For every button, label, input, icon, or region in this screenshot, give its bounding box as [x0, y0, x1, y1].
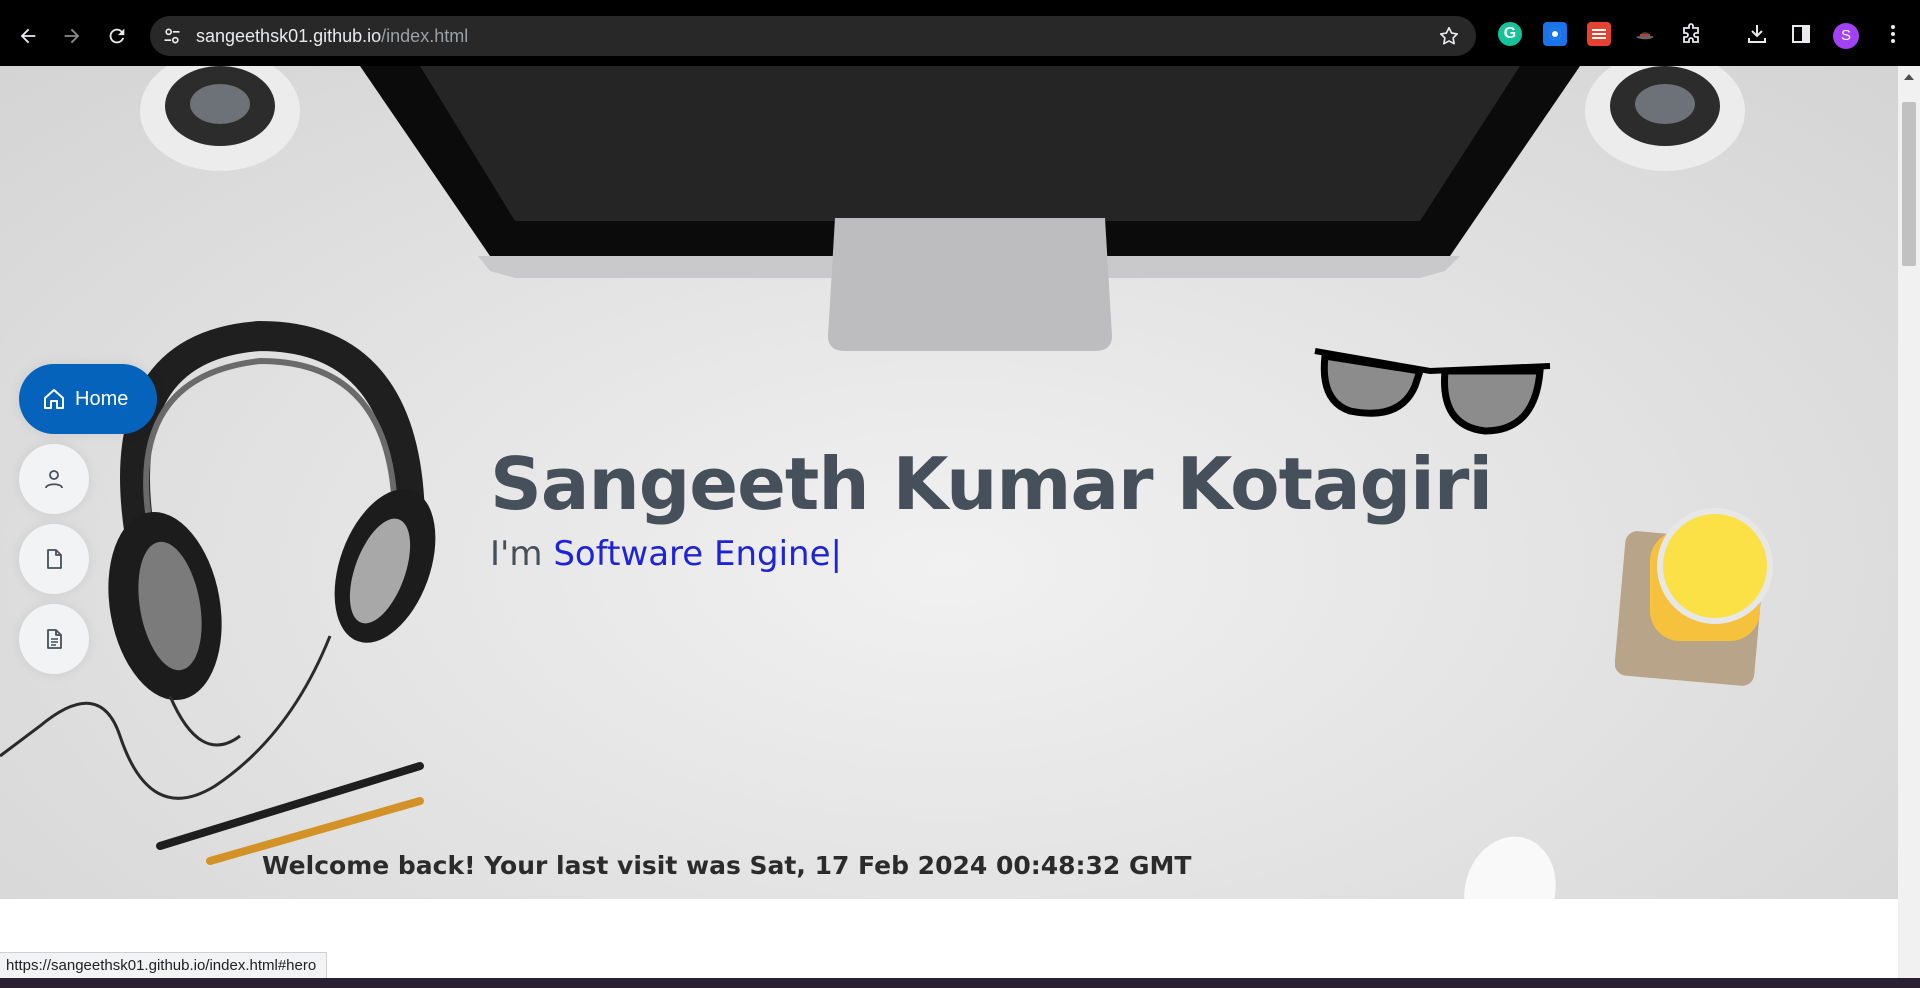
menu-kebab-icon[interactable] — [1879, 20, 1907, 48]
extensions-puzzle-icon[interactable] — [1677, 20, 1705, 48]
file-text-icon — [47, 629, 62, 649]
downloads-icon[interactable] — [1743, 20, 1771, 48]
scroll-up-arrow-icon[interactable] — [1904, 74, 1914, 80]
browser-toolbar: sangeethsk01.github.io/index.html G S — [0, 0, 1920, 66]
imac-image — [360, 66, 1580, 351]
bookmark-star-icon[interactable] — [1438, 25, 1460, 47]
os-taskbar — [0, 978, 1920, 988]
arrow-right-icon — [64, 28, 80, 44]
hero-section: Sangeeth Kumar Kotagiri I'm Software Eng… — [0, 66, 1898, 899]
page-scrollbar[interactable] — [1898, 66, 1920, 988]
grammarly-icon[interactable]: G — [1498, 22, 1522, 46]
profile-avatar[interactable]: S — [1833, 23, 1859, 49]
side-panel-icon[interactable] — [1787, 20, 1815, 48]
url-host: sangeethsk01.github.io — [196, 26, 382, 46]
hero-name: Sangeeth Kumar Kotagiri — [490, 442, 1493, 526]
file-icon — [47, 549, 62, 569]
page-viewport: Sangeeth Kumar Kotagiri I'm Software Eng… — [0, 66, 1898, 988]
nav-item-portfolio[interactable] — [19, 604, 89, 674]
url-path: /index.html — [381, 26, 469, 46]
person-icon — [45, 470, 63, 489]
hero-subtitle: I'm Software Engine| — [490, 534, 1492, 574]
nav-item-home[interactable]: Home — [19, 364, 157, 434]
arrow-left-icon — [20, 28, 36, 44]
nav-item-label: Home — [75, 388, 129, 410]
nav-item-about[interactable] — [19, 444, 89, 514]
speaker-right-image — [1585, 66, 1745, 171]
mouse-image — [1464, 836, 1556, 899]
reload-button[interactable] — [97, 16, 137, 56]
hero-text-block: Sangeeth Kumar Kotagiri I'm Software Eng… — [490, 434, 1493, 574]
juice-glass-image — [1615, 508, 1773, 686]
nav-item-resume[interactable] — [19, 524, 89, 594]
reload-icon — [109, 28, 125, 44]
address-bar[interactable]: sangeethsk01.github.io/index.html — [150, 16, 1476, 56]
welcome-message: Welcome back! Your last visit was Sat, 1… — [262, 851, 1192, 880]
speaker-left-image — [140, 66, 300, 171]
back-button[interactable] — [8, 16, 48, 56]
pencils-image — [156, 762, 424, 865]
todoist-icon[interactable] — [1587, 22, 1611, 46]
typed-role: Software Engine — [553, 534, 831, 574]
typing-cursor: | — [830, 534, 842, 574]
glasses-image — [1314, 348, 1551, 435]
status-bar-url: https://sangeethsk01.github.io/index.htm… — [0, 952, 328, 979]
forward-button[interactable] — [52, 16, 92, 56]
hat-icon[interactable] — [1633, 22, 1657, 46]
site-settings-icon[interactable] — [162, 26, 182, 46]
scrollbar-thumb[interactable] — [1902, 102, 1916, 266]
house-icon — [44, 389, 64, 409]
hero-prefix: I'm — [490, 534, 554, 574]
screen-capture-icon[interactable] — [1543, 22, 1567, 46]
url-text: sangeethsk01.github.io/index.html — [196, 26, 468, 46]
